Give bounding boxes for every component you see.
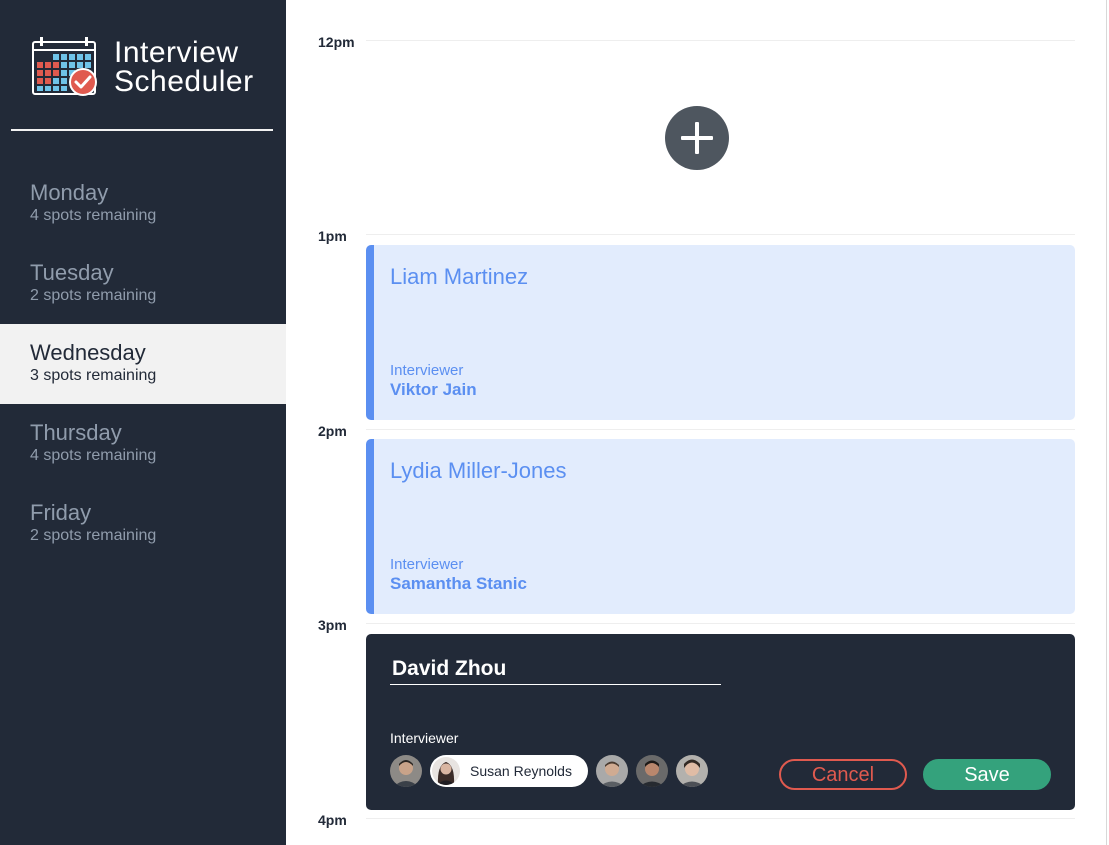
day-item-monday[interactable]: Monday 4 spots remaining (0, 164, 286, 244)
day-spots: 4 spots remaining (30, 207, 157, 224)
interviewer-avatar (432, 757, 460, 785)
avatar-image (675, 755, 708, 787)
brand: Interview Scheduler (32, 36, 254, 98)
time-label-3pm: 3pm (318, 617, 347, 633)
selected-interviewer[interactable]: Susan Reynolds (430, 755, 588, 787)
sidebar: Interview Scheduler Monday 4 spots remai… (0, 0, 286, 845)
day-item-wednesday[interactable]: Wednesday 3 spots remaining (0, 324, 286, 404)
appointment-form: Interviewer (366, 634, 1075, 810)
app-title-line1: Interview (114, 36, 239, 69)
interviewer-avatar[interactable] (635, 755, 668, 787)
avatar-image (595, 755, 628, 787)
day-item-friday[interactable]: Friday 2 spots remaining (0, 484, 286, 564)
interviewer-label: Interviewer (390, 556, 464, 573)
appointment-card[interactable]: Lydia Miller-Jones Interviewer Samantha … (366, 439, 1075, 614)
time-label-2pm: 2pm (318, 423, 347, 439)
interviewer-avatar[interactable] (675, 755, 708, 787)
sidebar-divider (11, 129, 273, 131)
interviewer-name: Samantha Stanic (390, 574, 527, 593)
save-button[interactable]: Save (923, 759, 1051, 790)
day-item-tuesday[interactable]: Tuesday 2 spots remaining (0, 244, 286, 324)
hour-divider (366, 818, 1075, 819)
student-name: Lydia Miller-Jones (390, 458, 567, 483)
cancel-button[interactable]: Cancel (779, 759, 907, 790)
interviewer-list: Susan Reynolds (390, 755, 708, 787)
app-title-line2: Scheduler (114, 65, 254, 98)
hour-divider (366, 234, 1075, 235)
day-spots: 4 spots remaining (30, 447, 157, 464)
add-appointment-button[interactable] (665, 106, 729, 170)
interviewer-avatar[interactable] (595, 755, 628, 787)
avatar-image (390, 755, 422, 787)
time-label-1pm: 1pm (318, 228, 347, 244)
time-label-4pm: 4pm (318, 812, 347, 828)
interviewer-name: Viktor Jain (390, 380, 477, 399)
day-spots: 2 spots remaining (30, 287, 157, 304)
day-name: Wednesday (30, 340, 146, 365)
day-name: Monday (30, 180, 109, 205)
day-name: Tuesday (30, 260, 114, 285)
student-name-input[interactable] (390, 654, 721, 685)
day-item-thursday[interactable]: Thursday 4 spots remaining (0, 404, 286, 484)
interviewer-avatar[interactable] (390, 755, 422, 787)
calendar-check-icon (32, 37, 97, 96)
hour-divider (366, 429, 1075, 430)
scroll-edge (1106, 0, 1107, 845)
hour-divider (366, 40, 1075, 41)
day-spots: 2 spots remaining (30, 527, 157, 544)
interviewer-label: Interviewer (390, 730, 459, 746)
day-name: Thursday (30, 420, 122, 445)
avatar-image (432, 757, 460, 785)
selected-interviewer-name: Susan Reynolds (470, 763, 572, 779)
day-spots: 3 spots remaining (30, 367, 157, 384)
appointment-card[interactable]: Liam Martinez Interviewer Viktor Jain (366, 245, 1075, 420)
avatar-image (635, 755, 668, 787)
hour-divider (366, 623, 1075, 624)
app-title: Interview Scheduler (114, 36, 254, 98)
student-name: Liam Martinez (390, 264, 529, 289)
day-list: Monday 4 spots remaining Tuesday 2 spots… (0, 164, 286, 564)
time-label-12pm: 12pm (318, 34, 355, 50)
interviewer-label: Interviewer (390, 362, 464, 379)
day-name: Friday (30, 500, 92, 525)
